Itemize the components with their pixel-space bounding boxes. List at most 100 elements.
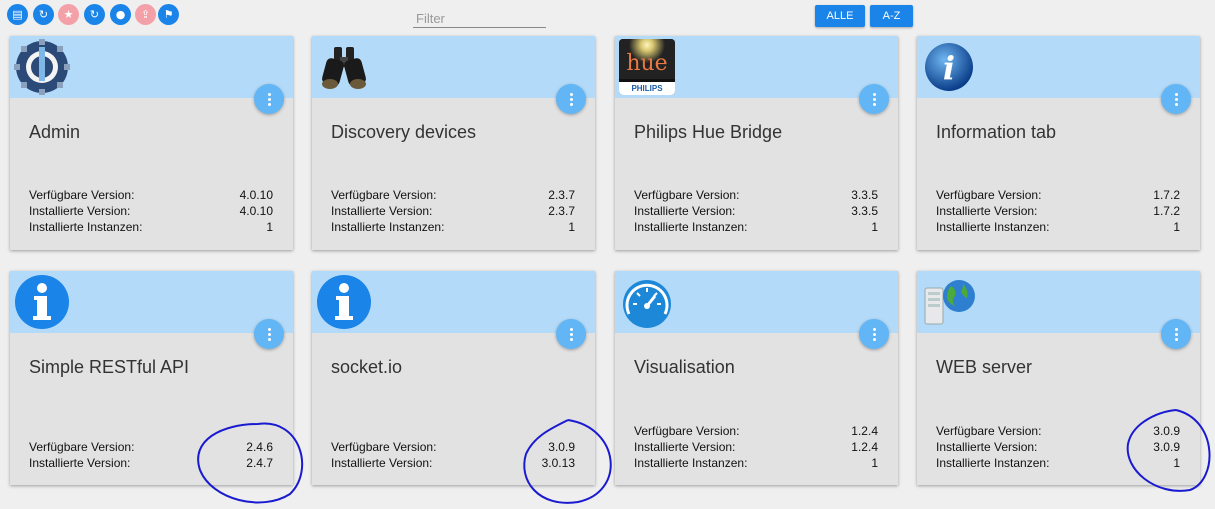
installed-instances-label: Installierte Instanzen: <box>936 456 1050 470</box>
installed-instances-value: 1 <box>266 220 273 234</box>
available-version-label: Verfügbare Version: <box>29 188 135 202</box>
svg-text:i: i <box>943 49 955 87</box>
filter-input[interactable] <box>413 9 546 28</box>
available-version-value: 3.3.5 <box>851 188 878 202</box>
adapter-card-vis: Visualisation Verfügbare Version: 1.2.4 I… <box>615 271 898 485</box>
list-icon: ▤ <box>12 8 23 21</box>
installed-instances-label: Installierte Instanzen: <box>634 220 748 234</box>
available-version-label: Verfügbare Version: <box>936 188 1042 202</box>
version-info: Verfügbare Version: 3.0.9 Installierte Ve… <box>331 439 575 471</box>
installed-version-label: Installierte Version: <box>29 204 131 218</box>
version-info: Verfügbare Version: 1.2.4 Installierte Ve… <box>634 423 878 471</box>
card-menu-button[interactable] <box>254 84 284 114</box>
installed-instances-label: Installierte Instanzen: <box>29 220 143 234</box>
adapter-card-socketio: socket.io Verfügbare Version: 3.0.9 Insta… <box>312 271 595 485</box>
card-title: Philips Hue Bridge <box>634 122 783 142</box>
card-title: Information tab <box>936 122 1057 142</box>
installed-version-label: Installierte Version: <box>936 204 1038 218</box>
adapter-card-discovery: Discovery devices Verfügbare Version: 2.3… <box>312 36 595 250</box>
installed-version-value: 4.0.10 <box>239 204 273 218</box>
hue-logo-text: hue <box>626 51 668 76</box>
installed-version-value: 3.0.13 <box>541 456 575 470</box>
card-menu-button[interactable] <box>1161 319 1191 349</box>
list-view-button[interactable]: ▤ <box>7 4 28 25</box>
refresh-icon: ↻ <box>38 8 49 21</box>
admin-logo-icon <box>14 39 70 95</box>
installed-version-value: 2.4.7 <box>246 456 273 470</box>
card-title: Visualisation <box>634 357 735 377</box>
installed-version-label: Installierte Version: <box>331 456 433 470</box>
available-version-label: Verfügbare Version: <box>331 188 437 202</box>
installed-version-value: 1.7.2 <box>1153 204 1180 218</box>
sort-az-button[interactable]: A-Z <box>870 5 913 27</box>
installed-version-label: Installierte Version: <box>29 456 131 470</box>
available-version-value: 3.0.9 <box>1153 424 1180 438</box>
installed-instances-value: 1 <box>1173 220 1180 234</box>
upload-button[interactable]: ⇪ <box>135 4 156 25</box>
card-title: WEB server <box>936 357 1033 377</box>
installed-instances-label: Installierte Instanzen: <box>936 220 1050 234</box>
binoculars-icon <box>316 39 372 95</box>
upload-icon: ⇪ <box>140 8 151 21</box>
version-info: Verfügbare Version: 3.0.9 Installierte Ve… <box>936 423 1180 471</box>
installed-instances-value: 1 <box>871 220 878 234</box>
version-info: Verfügbare Version: 2.3.7 Installierte Ve… <box>331 187 575 235</box>
card-title: Admin <box>29 122 81 142</box>
installed-version-value: 1.2.4 <box>851 440 878 454</box>
card-menu-button[interactable] <box>1161 84 1191 114</box>
available-version-label: Verfügbare Version: <box>936 424 1042 438</box>
star-icon: ★ <box>63 8 74 21</box>
refresh-button[interactable]: ↻ <box>33 4 54 25</box>
web-server-icon <box>921 274 977 330</box>
installed-version-value: 2.3.7 <box>548 204 575 218</box>
card-menu-button[interactable] <box>556 84 586 114</box>
philips-logo-text: PHILIPS <box>619 82 675 95</box>
flag-button[interactable]: ⚑ <box>158 4 179 25</box>
info-circle-icon <box>14 274 70 330</box>
card-title: Discovery devices <box>331 122 477 142</box>
version-info: Verfügbare Version: 4.0.10 Installierte V… <box>29 187 273 235</box>
installed-instances-label: Installierte Instanzen: <box>331 220 445 234</box>
version-info: Verfügbare Version: 1.7.2 Installierte Ve… <box>936 187 1180 235</box>
card-menu-button[interactable] <box>254 319 284 349</box>
adapter-card-web: WEB server Verfügbare Version: 3.0.9 Inst… <box>917 271 1200 485</box>
installed-instances-value: 1 <box>871 456 878 470</box>
installed-instances-value: 1 <box>568 220 575 234</box>
github-icon: ● <box>115 8 126 21</box>
installed-instances-label: Installierte Instanzen: <box>634 456 748 470</box>
adapter-card-hue: hue PHILIPS Philips Hue Bridge Verfügbar… <box>615 36 898 250</box>
available-version-value: 4.0.10 <box>239 188 273 202</box>
version-info: Verfügbare Version: 2.4.6 Installierte Ve… <box>29 439 273 471</box>
installed-version-value: 3.0.9 <box>1153 440 1180 454</box>
available-version-label: Verfügbare Version: <box>331 440 437 454</box>
available-version-value: 1.2.4 <box>851 424 878 438</box>
flag-icon: ⚑ <box>163 8 174 21</box>
available-version-label: Verfügbare Version: <box>29 440 135 454</box>
card-title: Simple RESTful API <box>29 357 190 377</box>
installed-version-label: Installierte Version: <box>331 204 433 218</box>
installed-version-label: Installierte Version: <box>936 440 1038 454</box>
version-info: Verfügbare Version: 3.3.5 Installierte Ve… <box>634 187 878 235</box>
card-menu-button[interactable] <box>859 84 889 114</box>
card-menu-button[interactable] <box>556 319 586 349</box>
toolbar: ▤ ↻ ★ ↻ ● ⇪ ⚑ ALLE A-Z <box>0 0 1215 32</box>
gauge-icon <box>619 274 675 330</box>
check-updates-button[interactable]: ↻ <box>84 4 105 25</box>
available-version-label: Verfügbare Version: <box>634 424 740 438</box>
available-version-value: 2.4.6 <box>246 440 273 454</box>
available-version-value: 3.0.9 <box>548 440 575 454</box>
adapter-card-simple-api: Simple RESTful API Verfügbare Version: 2.… <box>10 271 293 485</box>
info-globe-icon: i <box>921 39 977 95</box>
github-install-button[interactable]: ● <box>110 4 131 25</box>
available-version-value: 2.3.7 <box>548 188 575 202</box>
card-menu-button[interactable] <box>859 319 889 349</box>
available-version-label: Verfügbare Version: <box>634 188 740 202</box>
available-version-value: 1.7.2 <box>1153 188 1180 202</box>
card-title: socket.io <box>331 357 403 377</box>
installed-version-label: Installierte Version: <box>634 204 736 218</box>
update-check-icon: ↻ <box>89 8 100 21</box>
show-all-button[interactable]: ALLE <box>815 5 865 27</box>
adapter-card-admin: Admin Verfügbare Version: 4.0.10 Installi… <box>10 36 293 250</box>
favorites-button[interactable]: ★ <box>58 4 79 25</box>
info-circle-icon <box>316 274 372 330</box>
